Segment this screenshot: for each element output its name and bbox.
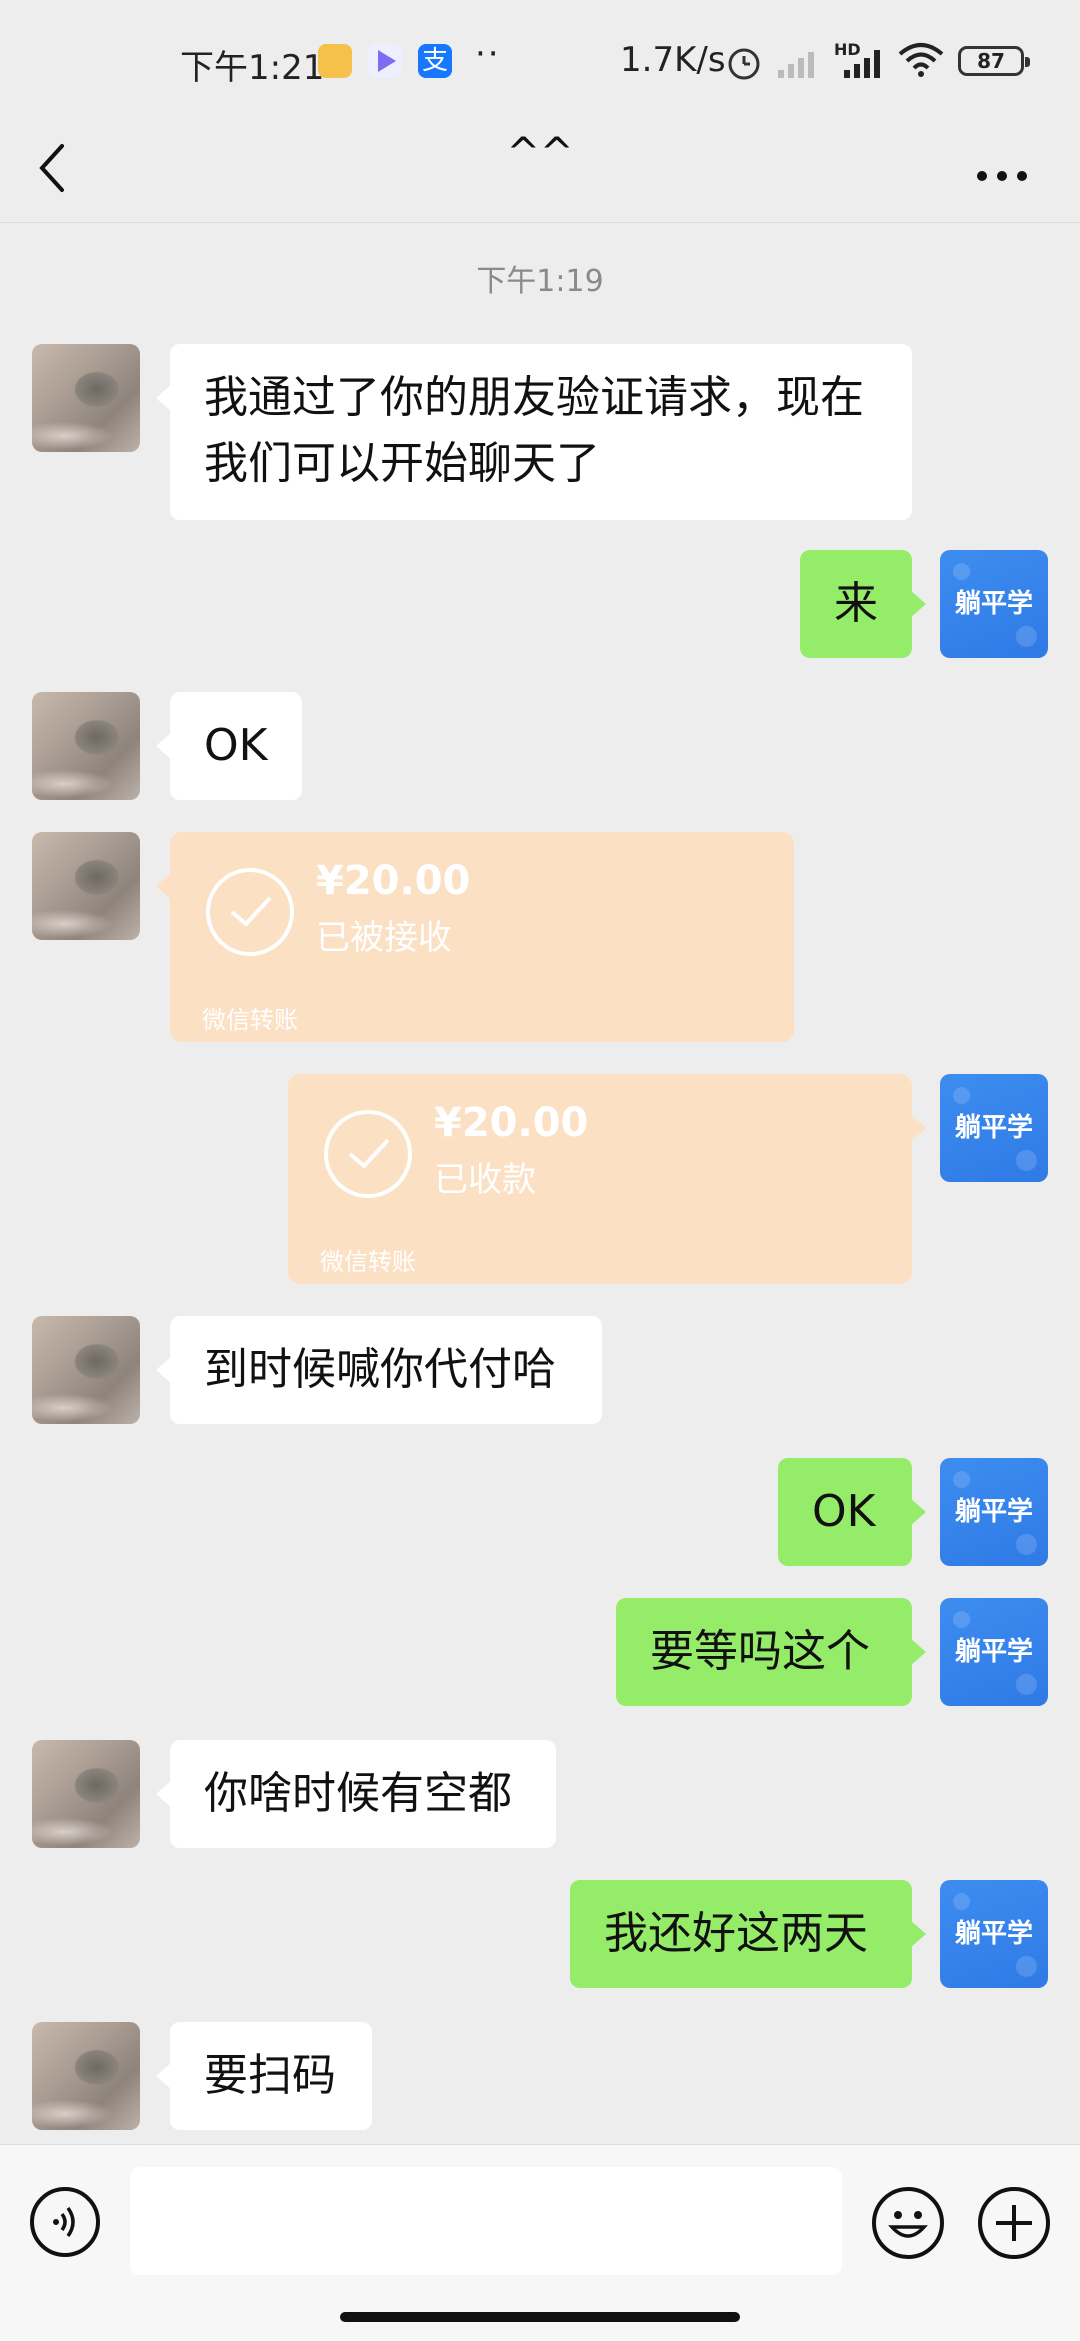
check-circle-icon: [206, 868, 294, 956]
contact-avatar[interactable]: [32, 832, 140, 940]
contact-avatar[interactable]: [32, 2022, 140, 2130]
message-bubble[interactable]: 到时候喊你代付哈: [156, 1316, 602, 1424]
transfer-status: 已被接收: [316, 918, 452, 958]
message-bubble[interactable]: 要扫码: [156, 2022, 372, 2130]
transfer-amount: ¥20.00: [316, 858, 471, 904]
check-circle-icon: [324, 1110, 412, 1198]
video-app-icon: [368, 44, 402, 78]
message-bubble[interactable]: OK: [156, 692, 302, 800]
home-indicator[interactable]: [340, 2312, 740, 2322]
chat-header: ^^: [0, 120, 1080, 220]
my-avatar[interactable]: 躺平学: [940, 1458, 1048, 1566]
status-time: 下午1:21: [180, 48, 325, 88]
alarm-icon: [728, 48, 760, 80]
contact-avatar[interactable]: [32, 1740, 140, 1848]
wifi-icon: [898, 43, 944, 77]
contact-avatar[interactable]: [32, 1316, 140, 1424]
emoji-icon: [888, 2211, 928, 2238]
emoji-button[interactable]: [872, 2187, 944, 2259]
chat-title: ^^: [506, 130, 574, 176]
plus-button[interactable]: [978, 2187, 1050, 2259]
transfer-card[interactable]: ¥20.00 已收款 微信转账: [288, 1074, 926, 1284]
contact-avatar[interactable]: [32, 344, 140, 452]
transfer-footer: 微信转账: [320, 1248, 416, 1276]
message-input[interactable]: [130, 2167, 842, 2275]
voice-icon: [53, 2206, 75, 2238]
message-bubble[interactable]: 我通过了你的朋友验证请求，现在我们可以开始聊天了: [156, 344, 912, 520]
my-avatar[interactable]: 躺平学: [940, 550, 1048, 658]
transfer-footer: 微信转账: [202, 1006, 298, 1034]
message-bubble[interactable]: OK: [778, 1458, 926, 1566]
battery-indicator: 87: [958, 46, 1030, 76]
signal-icon-2: [844, 50, 880, 78]
transfer-card[interactable]: ¥20.00 已被接收 微信转账: [156, 832, 794, 1042]
status-bar: 下午1:21 支 ·· 1.7K/s HD 87: [0, 0, 1080, 120]
my-avatar[interactable]: 躺平学: [940, 1074, 1048, 1182]
header-divider: [0, 222, 1080, 223]
transfer-status: 已收款: [434, 1160, 536, 1200]
voice-button[interactable]: [30, 2187, 100, 2257]
more-dots-icon: [977, 171, 1027, 181]
my-avatar[interactable]: 躺平学: [940, 1880, 1048, 1988]
contact-avatar[interactable]: [32, 692, 140, 800]
message-bubble[interactable]: 来: [800, 550, 926, 658]
plus-icon: [996, 2205, 1032, 2241]
transfer-amount: ¥20.00: [434, 1100, 589, 1146]
my-avatar[interactable]: 躺平学: [940, 1598, 1048, 1706]
weibo-icon: [318, 44, 352, 78]
message-bubble[interactable]: 要等吗这个: [616, 1598, 926, 1706]
message-timestamp: 下午1:19: [476, 264, 604, 299]
message-bubble[interactable]: 我还好这两天: [570, 1880, 926, 1988]
signal-icon-1: [778, 52, 814, 78]
alipay-icon: 支: [418, 44, 452, 78]
message-bubble[interactable]: 你啥时候有空都: [156, 1740, 556, 1848]
more-notifications-icon: ··: [475, 34, 501, 74]
more-button[interactable]: [968, 140, 1038, 200]
network-speed: 1.7K/s: [620, 40, 726, 80]
